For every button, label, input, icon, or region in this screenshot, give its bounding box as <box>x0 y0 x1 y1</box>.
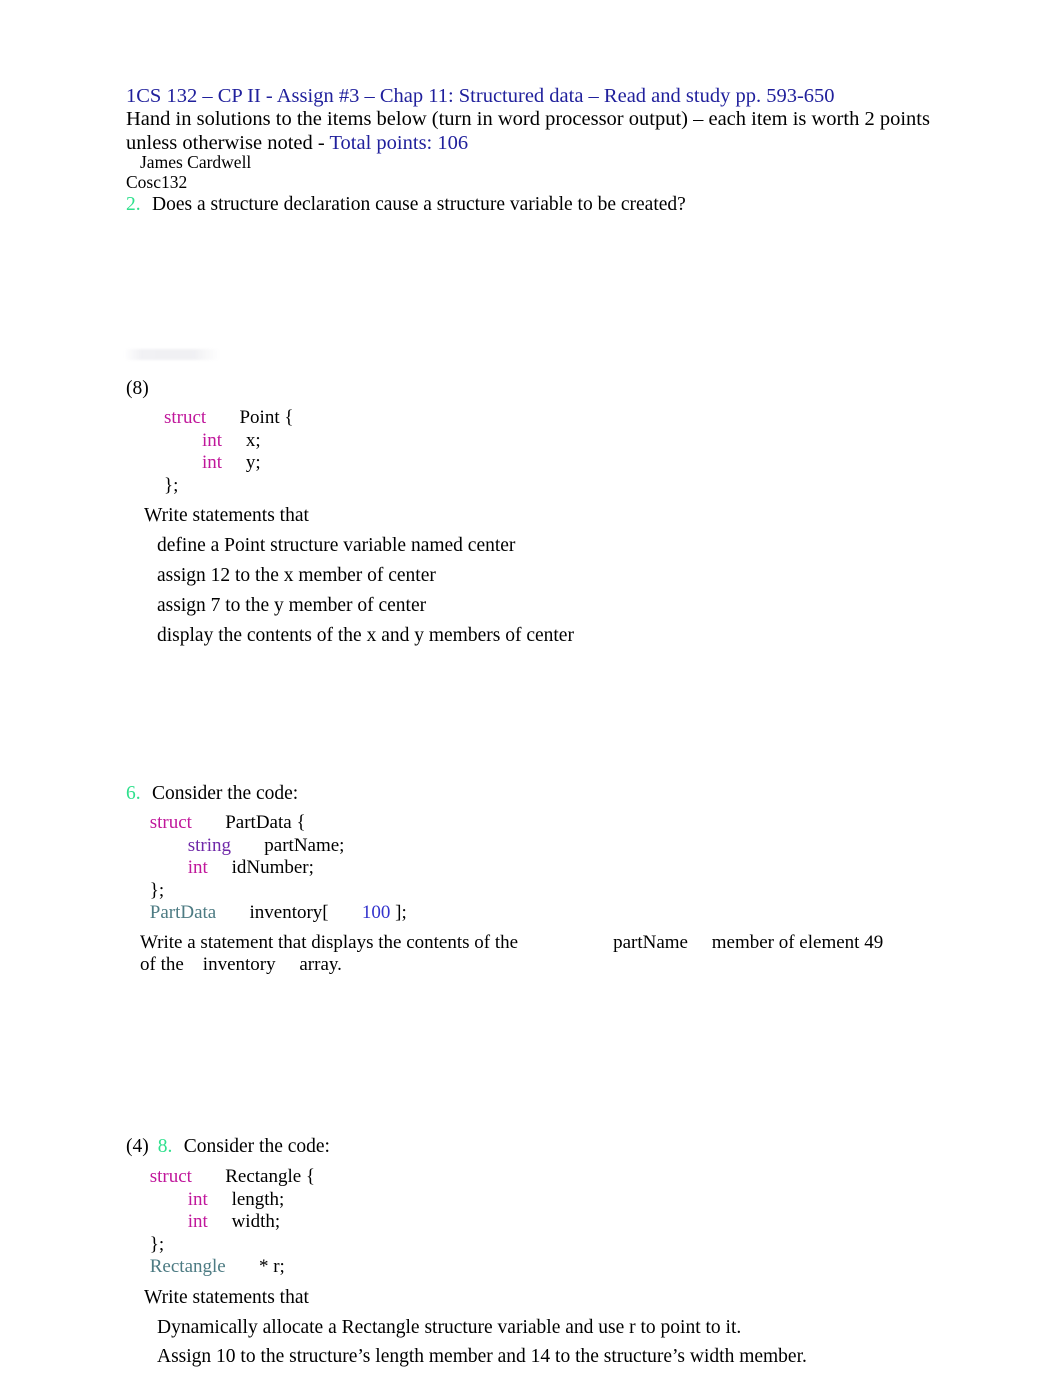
point-subitem-4: display the contents of the x and y memb… <box>157 625 574 646</box>
code-token: * r; <box>225 1256 285 1277</box>
code-token: struct <box>149 812 192 833</box>
code-token: length; <box>207 1188 285 1210</box>
item-2-number: 2. <box>126 194 141 215</box>
code-token: ]; <box>390 902 407 923</box>
item-6-prompt: Consider the code: <box>152 783 299 804</box>
code-token: Rectangle { <box>191 1166 316 1187</box>
code-token: idNumber; <box>207 857 314 878</box>
document-page: 1CS 132 – CP II - Assign #3 – Chap 11: S… <box>0 0 1062 1377</box>
instructions-text: Hand in solutions to the items below (tu… <box>126 108 930 154</box>
code-token: PartData <box>149 902 217 923</box>
question-item-2: 2. Does a structure declaration cause a … <box>126 193 686 216</box>
question-item-6: 6. Consider the code: <box>126 782 298 805</box>
scan-artifact <box>124 349 220 360</box>
assignment-title: 1CS 132 – CP II - Assign #3 – Chap 11: S… <box>126 85 835 107</box>
document-header: 1CS 132 – CP II - Assign #3 – Chap 11: S… <box>126 85 946 155</box>
item-6-number: 6. <box>126 783 141 804</box>
point-lead-text: Write statements that <box>144 505 309 526</box>
code-block-partdata: struct PartData { string partName; int i… <box>126 812 407 925</box>
code-token: }; <box>126 474 179 496</box>
code-token: string <box>187 834 232 856</box>
code-token: struct <box>149 1166 192 1187</box>
code-token: }; <box>126 879 165 901</box>
code-token: int <box>187 1211 208 1232</box>
item-2-prompt: Does a structure declaration cause a str… <box>152 194 686 215</box>
code-token: inventory[ <box>216 902 362 923</box>
code-token: struct <box>164 407 207 428</box>
code-token: 100 <box>361 902 391 923</box>
student-name: James Cardwell <box>140 152 252 172</box>
code-block-rectangle: struct Rectangle { int length; int width… <box>126 1166 315 1279</box>
code-token: Rectangle <box>149 1256 226 1277</box>
rectangle-subitem-2: Assign 10 to the structure’s length memb… <box>157 1346 807 1367</box>
assignment-instructions: Hand in solutions to the items below (tu… <box>126 108 946 155</box>
item-8pt-points: (8) <box>126 378 149 399</box>
item-8-number: 8. <box>157 1136 173 1157</box>
rectangle-subitem-1: Dynamically allocate a Rectangle structu… <box>157 1317 742 1338</box>
item-8-points: (4) <box>126 1136 149 1157</box>
code-token: partName; <box>231 834 345 856</box>
item-8-prompt: Consider the code: <box>183 1136 330 1157</box>
code-token: width; <box>207 1211 281 1232</box>
question-item-8: (4) 8. Consider the code: <box>126 1135 330 1158</box>
code-token: int <box>202 452 223 473</box>
point-subitem-1: define a Point structure variable named … <box>157 535 516 556</box>
course-code: Cosc132 <box>126 172 188 192</box>
code-token: x; <box>222 429 261 451</box>
point-subitem-2: assign 12 to the x member of center <box>157 565 436 586</box>
code-token: }; <box>126 1233 165 1255</box>
code-token: Point { <box>206 407 294 428</box>
total-points-label: Total points: 106 <box>329 131 469 154</box>
code-token: y; <box>222 452 261 473</box>
partdata-statement-line-1: Write a statement that displays the cont… <box>140 932 884 953</box>
code-token: int <box>202 429 223 451</box>
code-token: int <box>187 1188 208 1210</box>
code-token: int <box>187 857 208 878</box>
rectangle-lead-text: Write statements that <box>144 1287 309 1308</box>
code-token: PartData { <box>191 812 306 833</box>
point-subitem-3: assign 7 to the y member of center <box>157 595 427 616</box>
partdata-statement-line-2: of the inventory array. <box>140 954 342 975</box>
code-block-point: struct Point { int x; int y; }; <box>126 407 293 497</box>
